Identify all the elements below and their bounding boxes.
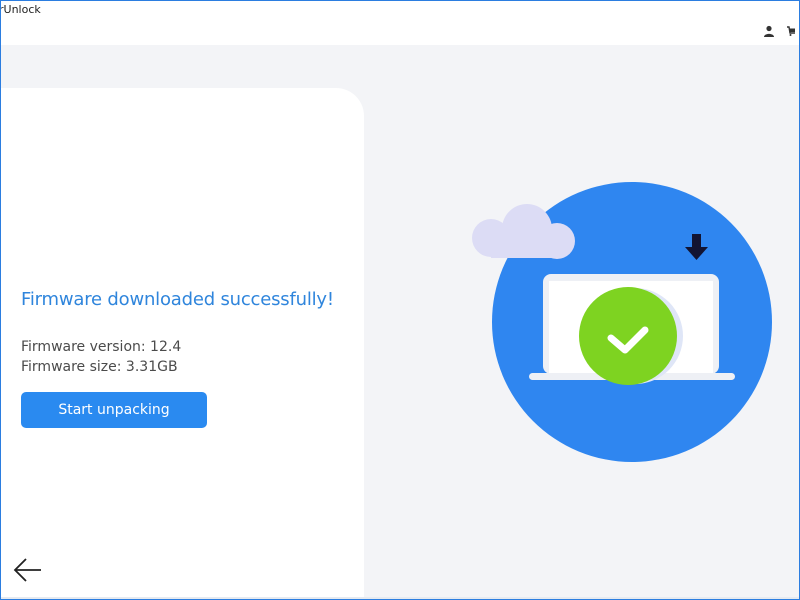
bottom-divider: [1, 597, 799, 599]
start-unpacking-button[interactable]: Start unpacking: [21, 392, 207, 428]
app-title: rUnlock: [0, 3, 41, 16]
firmware-version-text: Firmware version: 12.4: [21, 339, 182, 355]
cart-icon[interactable]: [783, 23, 799, 39]
checkmark-icon: [579, 287, 677, 385]
page-title: Firmware downloaded successfully!: [21, 289, 334, 310]
firmware-illustration: [472, 182, 772, 462]
arrow-left-icon[interactable]: [13, 557, 43, 583]
app-window: rUnlock Firmware downloaded successfully…: [0, 0, 800, 600]
titlebar: rUnlock: [1, 1, 799, 45]
user-icon[interactable]: [761, 23, 777, 39]
firmware-size-text: Firmware size: 3.31GB: [21, 359, 178, 375]
titlebar-actions: [761, 23, 799, 39]
